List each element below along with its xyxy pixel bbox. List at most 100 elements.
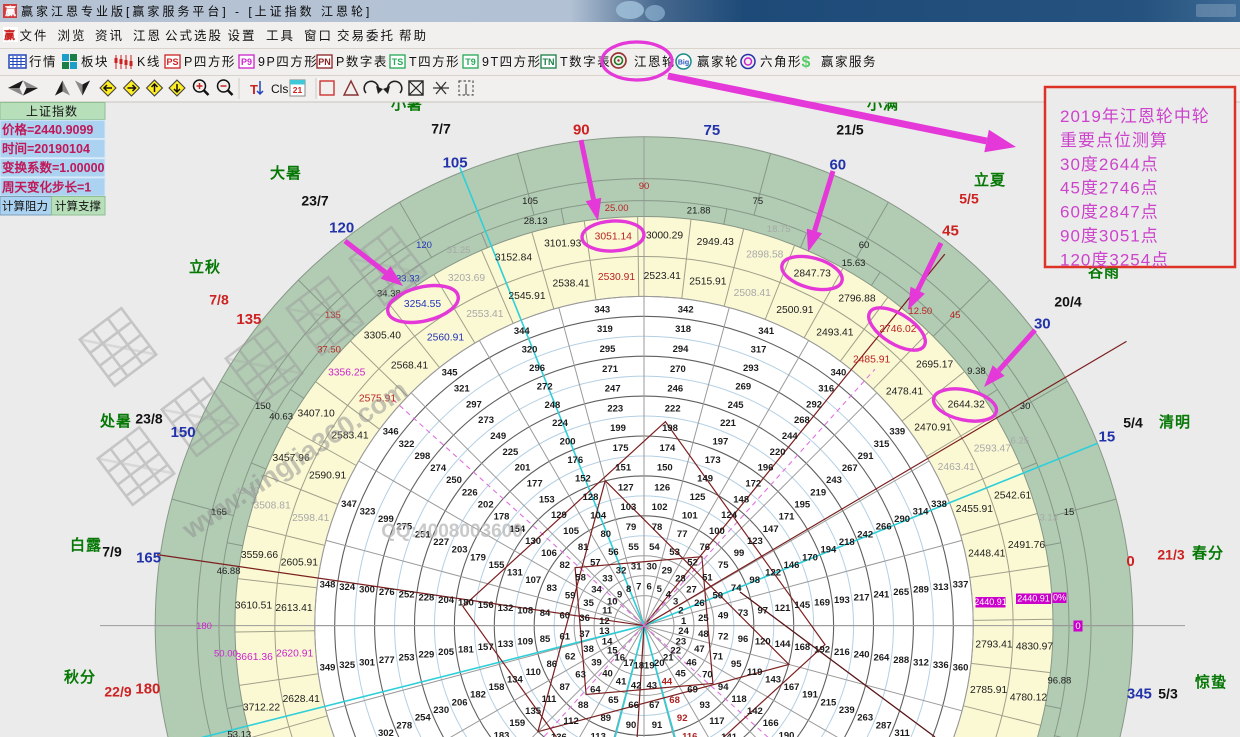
svg-text:2847.73: 2847.73 [794,268,831,279]
svg-text:32: 32 [616,566,627,577]
svg-text:0%: 0% [1053,593,1066,603]
svg-text:2613.41: 2613.41 [275,603,312,614]
svg-text:PS: PS [166,57,178,67]
svg-text:105: 105 [522,196,538,207]
svg-text:变换系数=1.00000: 变换系数=1.00000 [2,160,105,175]
svg-text:$: $ [802,54,811,71]
svg-text:3712.22: 3712.22 [243,703,280,714]
svg-text:3610.51: 3610.51 [235,601,272,612]
svg-text:文件: 文件 [19,28,48,43]
svg-text:赢家服务: 赢家服务 [821,54,877,69]
svg-text:174: 174 [659,443,676,454]
svg-text:3508.81: 3508.81 [253,500,290,511]
svg-text:72: 72 [718,631,729,642]
svg-text:3101.93: 3101.93 [544,239,581,250]
svg-text:290: 290 [894,514,910,525]
svg-text:2500.91: 2500.91 [776,305,813,316]
svg-text:292: 292 [806,399,822,410]
svg-text:192: 192 [814,644,830,655]
svg-text:105: 105 [443,155,468,172]
svg-text:345: 345 [442,368,459,379]
svg-text:75: 75 [753,196,764,207]
svg-text:7/7: 7/7 [431,121,451,137]
svg-text:147: 147 [763,524,779,535]
svg-text:7: 7 [636,581,641,592]
svg-text:143: 143 [765,675,781,686]
svg-text:4: 4 [666,589,672,600]
svg-text:80: 80 [601,529,612,540]
svg-text:182: 182 [470,690,486,701]
svg-text:311: 311 [894,728,910,737]
svg-text:3: 3 [673,597,678,608]
svg-text:2455.91: 2455.91 [956,504,993,515]
svg-text:15: 15 [1099,429,1116,446]
svg-text:141: 141 [721,732,738,737]
svg-text:340: 340 [830,368,846,379]
svg-text:273: 273 [478,415,494,426]
svg-text:264: 264 [873,652,890,663]
svg-text:339: 339 [889,427,905,438]
svg-text:239: 239 [839,705,855,716]
svg-text:Big: Big [678,60,689,67]
svg-text:51: 51 [702,572,713,583]
svg-text:173: 173 [705,455,721,466]
svg-text:269: 269 [735,381,751,392]
svg-text:2448.41: 2448.41 [968,548,1005,559]
svg-text:241: 241 [873,590,890,601]
svg-text:229: 229 [418,650,434,661]
svg-text:立夏: 立夏 [974,171,1006,189]
svg-text:赢家轮: 赢家轮 [697,54,739,69]
svg-text:344: 344 [514,326,531,337]
svg-text:53.13: 53.13 [227,729,251,737]
svg-text:346: 346 [383,427,399,438]
svg-text:2463.41: 2463.41 [938,462,975,473]
svg-text:175: 175 [613,443,630,454]
svg-text:73: 73 [738,608,749,619]
svg-text:324: 324 [339,582,356,593]
svg-text:46: 46 [686,658,697,669]
svg-text:75: 75 [718,560,729,571]
svg-text:132: 132 [498,603,514,614]
svg-text:25.00: 25.00 [605,203,629,214]
svg-text:202: 202 [478,500,494,511]
svg-text:18: 18 [634,661,645,672]
svg-text:38: 38 [583,644,594,655]
svg-text:270: 270 [670,364,686,375]
svg-text:54: 54 [649,542,660,553]
svg-text:60度2847点: 60度2847点 [1060,203,1159,222]
svg-text:2644.32: 2644.32 [948,400,985,411]
svg-text:20/4: 20/4 [1054,294,1081,310]
svg-text:49: 49 [718,611,729,622]
svg-text:周天变化步长=1: 周天变化步长=1 [2,179,91,194]
svg-text:行情: 行情 [29,55,57,69]
svg-text:246: 246 [667,384,683,395]
svg-text:设置: 设置 [227,28,256,43]
svg-text:40: 40 [602,669,613,680]
svg-text:278: 278 [396,720,412,731]
svg-text:111: 111 [542,694,558,705]
svg-text:立秋: 立秋 [189,258,221,276]
svg-text:294: 294 [673,344,690,355]
svg-text:244: 244 [782,431,799,442]
svg-text:144: 144 [775,639,792,650]
svg-text:314: 314 [913,507,930,518]
svg-text:34: 34 [591,585,602,596]
svg-text:21: 21 [293,85,303,95]
svg-text:220: 220 [770,447,786,458]
svg-text:26: 26 [694,598,705,609]
svg-text:43: 43 [647,680,658,691]
svg-text:上证指数: 上证指数 [26,104,78,119]
svg-text:240: 240 [854,650,870,661]
svg-text:9T四方形: 9T四方形 [482,54,542,69]
svg-text:50: 50 [713,590,724,601]
svg-text:3661.36: 3661.36 [236,652,273,663]
svg-text:5/5: 5/5 [959,191,979,207]
svg-text:322: 322 [399,439,415,450]
svg-text:95: 95 [731,659,742,670]
svg-text:167: 167 [784,682,800,693]
svg-text:131: 131 [507,568,524,579]
svg-text:176: 176 [567,455,583,466]
svg-text:145: 145 [794,600,811,611]
svg-text:177: 177 [527,479,543,490]
svg-text:公式选股: 公式选股 [165,29,223,43]
